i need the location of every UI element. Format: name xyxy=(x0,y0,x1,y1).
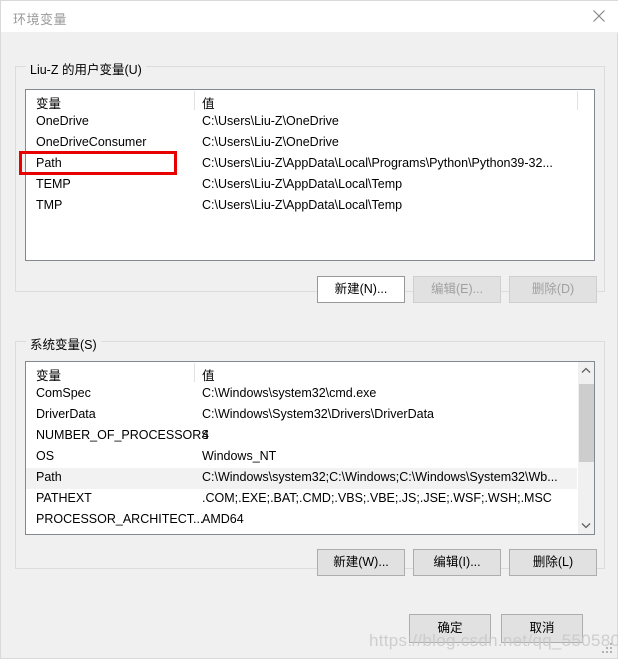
table-row[interactable]: ComSpec C:\Windows\system32\cmd.exe xyxy=(26,384,594,405)
user-var-value: C:\Users\Liu-Z\AppData\Local\Programs\Py… xyxy=(202,156,553,170)
environment-variables-dialog: 环境变量 Liu-Z 的用户变量(U) 变量 值 OneDrive C:\Use… xyxy=(0,0,618,659)
system-list-header: 变量 值 xyxy=(26,362,594,384)
system-variables-list[interactable]: 变量 值 ComSpec C:\Windows\system32\cmd.exe… xyxy=(25,361,595,535)
system-col-header-variable[interactable]: 变量 xyxy=(36,365,61,384)
user-var-value: C:\Users\Liu-Z\AppData\Local\Temp xyxy=(202,198,403,212)
system-var-value: AMD64 xyxy=(202,512,244,526)
system-delete-button[interactable]: 删除(L) xyxy=(509,549,597,576)
table-row[interactable]: Path C:\Windows\system32;C:\Windows;C:\W… xyxy=(26,468,594,489)
system-edit-button[interactable]: 编辑(I)... xyxy=(413,549,501,576)
system-new-button[interactable]: 新建(W)... xyxy=(317,549,405,576)
chevron-down-glyph xyxy=(581,523,591,529)
close-glyph xyxy=(593,10,605,22)
user-list-rows: OneDrive C:\Users\Liu-Z\OneDrive OneDriv… xyxy=(26,112,594,217)
user-variables-legend: Liu-Z 的用户变量(U) xyxy=(26,59,146,78)
user-var-name: Path xyxy=(36,156,62,170)
user-col-divider-1[interactable] xyxy=(194,91,195,110)
user-col-divider-2[interactable] xyxy=(577,91,578,110)
system-var-value: C:\Windows\system32\cmd.exe xyxy=(202,386,377,400)
system-var-value: Windows_NT xyxy=(202,449,277,463)
table-row[interactable]: TMP C:\Users\Liu-Z\AppData\Local\Temp xyxy=(26,196,594,217)
system-col-header-value[interactable]: 值 xyxy=(202,365,215,384)
user-col-header-variable[interactable]: 变量 xyxy=(36,93,61,112)
user-list-header: 变量 值 xyxy=(26,90,594,112)
user-var-value: C:\Users\Liu-Z\OneDrive xyxy=(202,135,339,149)
system-var-name: Path xyxy=(36,470,62,484)
user-delete-button: 删除(D) xyxy=(509,276,597,303)
user-var-name: TEMP xyxy=(36,177,71,191)
scroll-up-icon[interactable] xyxy=(578,362,594,379)
system-var-value: C:\Windows\system32;C:\Windows;C:\Window… xyxy=(202,470,558,484)
table-row[interactable]: OS Windows_NT xyxy=(26,447,594,468)
table-row[interactable]: OneDriveConsumer C:\Users\Liu-Z\OneDrive xyxy=(26,133,594,154)
resize-grip[interactable] xyxy=(602,643,614,655)
user-var-value: C:\Users\Liu-Z\OneDrive xyxy=(202,114,339,128)
window-title: 环境变量 xyxy=(13,12,68,27)
table-row[interactable]: PATHEXT .COM;.EXE;.BAT;.CMD;.VBS;.VBE;.J… xyxy=(26,489,594,510)
table-row[interactable]: OneDrive C:\Users\Liu-Z\OneDrive xyxy=(26,112,594,133)
close-icon[interactable] xyxy=(579,1,618,31)
system-var-value: 4 xyxy=(202,428,209,442)
system-variables-legend: 系统变量(S) xyxy=(26,334,101,353)
cancel-button[interactable]: 取消 xyxy=(501,614,583,643)
scroll-thumb[interactable] xyxy=(579,384,594,462)
user-var-name: TMP xyxy=(36,198,63,212)
table-row[interactable]: NUMBER_OF_PROCESSORS 4 xyxy=(26,426,594,447)
system-var-name: NUMBER_OF_PROCESSORS xyxy=(36,428,208,442)
table-row[interactable]: DriverData C:\Windows\System32\Drivers\D… xyxy=(26,405,594,426)
table-row[interactable]: PROCESSOR_ARCHITECT... AMD64 xyxy=(26,510,594,531)
system-col-divider-1[interactable] xyxy=(194,363,195,382)
user-col-header-value[interactable]: 值 xyxy=(202,93,215,112)
title-bar: 环境变量 xyxy=(1,1,618,33)
table-row[interactable]: Path C:\Users\Liu-Z\AppData\Local\Progra… xyxy=(26,154,594,175)
table-row[interactable]: TEMP C:\Users\Liu-Z\AppData\Local\Temp xyxy=(26,175,594,196)
ok-button[interactable]: 确定 xyxy=(409,614,491,643)
system-list-rows: ComSpec C:\Windows\system32\cmd.exe Driv… xyxy=(26,384,594,531)
user-var-name: OneDriveConsumer xyxy=(36,135,147,149)
system-list-scrollbar[interactable] xyxy=(577,362,594,534)
system-var-name: DriverData xyxy=(36,407,96,421)
system-var-name: PROCESSOR_ARCHITECT... xyxy=(36,512,204,526)
system-var-name: OS xyxy=(36,449,55,463)
user-variables-list[interactable]: 变量 值 OneDrive C:\Users\Liu-Z\OneDrive On… xyxy=(25,89,595,261)
system-var-name: ComSpec xyxy=(36,386,91,400)
system-var-value: .COM;.EXE;.BAT;.CMD;.VBS;.VBE;.JS;.JSE;.… xyxy=(202,491,552,505)
user-var-name: OneDrive xyxy=(36,114,89,128)
user-var-value: C:\Users\Liu-Z\AppData\Local\Temp xyxy=(202,177,403,191)
user-new-button[interactable]: 新建(N)... xyxy=(317,276,405,303)
system-var-value: C:\Windows\System32\Drivers\DriverData xyxy=(202,407,434,421)
user-edit-button: 编辑(E)... xyxy=(413,276,501,303)
system-var-name: PATHEXT xyxy=(36,491,92,505)
scroll-down-icon[interactable] xyxy=(578,517,594,534)
chevron-up-glyph xyxy=(581,367,591,373)
